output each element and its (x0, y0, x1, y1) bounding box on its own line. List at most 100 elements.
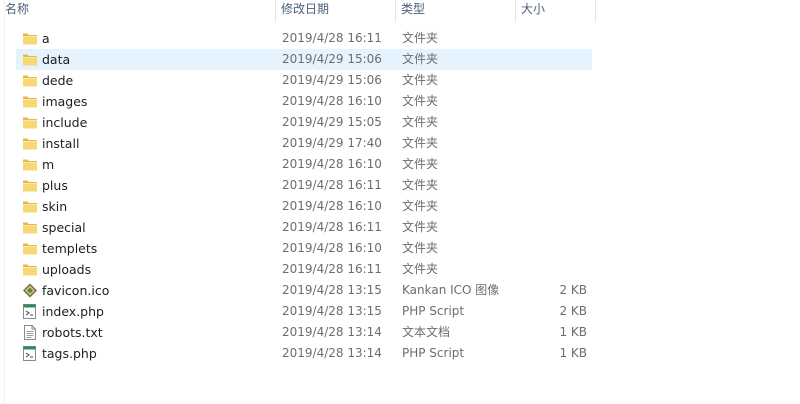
file-modified-date: 2019/4/29 15:05 (282, 115, 382, 129)
file-type: 文件夹 (402, 199, 439, 213)
file-explorer: 名称 修改日期 类型 大小 a 2019/4/28 16:11 文件夹 data 201… (0, 0, 800, 404)
column-header-size[interactable]: 大小 (516, 0, 595, 22)
file-name[interactable]: skin (42, 196, 67, 217)
file-row[interactable]: uploads 2019/4/28 16:11 文件夹 (16, 259, 592, 280)
file-name[interactable]: tags.php (42, 343, 97, 364)
file-name[interactable]: a (42, 28, 50, 49)
file-size (522, 28, 587, 49)
folder-icon (22, 31, 38, 46)
file-type: PHP Script (402, 346, 465, 360)
column-header-name[interactable]: 名称 (0, 0, 276, 22)
folder-icon (22, 220, 38, 235)
file-row[interactable]: special 2019/4/28 16:11 文件夹 (16, 217, 592, 238)
file-size: 1 KB (559, 325, 587, 339)
file-name[interactable]: special (42, 217, 86, 238)
php-file-icon (22, 304, 38, 319)
file-row[interactable]: tags.php 2019/4/28 13:14 PHP Script 1 KB (16, 343, 592, 364)
folder-icon (22, 157, 38, 172)
folder-icon (22, 178, 38, 193)
file-type: 文件夹 (402, 157, 439, 171)
file-name[interactable]: index.php (42, 301, 104, 322)
file-modified-date: 2019/4/28 16:11 (282, 262, 382, 276)
folder-icon (22, 241, 38, 256)
file-name[interactable]: robots.txt (42, 322, 103, 343)
file-name[interactable]: install (42, 133, 79, 154)
file-modified-date: 2019/4/29 17:40 (282, 136, 382, 150)
file-type: 文件夹 (402, 262, 439, 276)
file-row[interactable]: plus 2019/4/28 16:11 文件夹 (16, 175, 592, 196)
file-type: 文件夹 (402, 31, 439, 45)
folder-icon (22, 94, 38, 109)
php-file-icon (22, 346, 38, 361)
file-size (522, 133, 587, 154)
file-type: 文件夹 (402, 220, 439, 234)
file-size (522, 238, 587, 259)
file-type: 文件夹 (402, 178, 439, 192)
file-size (522, 112, 587, 133)
file-row[interactable]: skin 2019/4/28 16:10 文件夹 (16, 196, 592, 217)
file-modified-date: 2019/4/28 13:14 (282, 346, 382, 360)
file-row[interactable]: index.php 2019/4/28 13:15 PHP Script 2 KB (16, 301, 592, 322)
file-row[interactable]: dede 2019/4/29 15:06 文件夹 (16, 70, 592, 91)
file-modified-date: 2019/4/28 13:14 (282, 325, 382, 339)
file-row[interactable]: install 2019/4/29 17:40 文件夹 (16, 133, 592, 154)
file-size (522, 217, 587, 238)
folder-icon (22, 199, 38, 214)
file-row[interactable]: a 2019/4/28 16:11 文件夹 (16, 28, 592, 49)
column-header-bar: 名称 修改日期 类型 大小 (0, 0, 596, 22)
file-row[interactable]: images 2019/4/28 16:10 文件夹 (16, 91, 592, 112)
window-left-edge (0, 0, 5, 404)
column-header-type[interactable]: 类型 (396, 0, 515, 22)
file-name[interactable]: include (42, 112, 87, 133)
file-type: 文件夹 (402, 115, 439, 129)
file-type: Kankan ICO 图像 (402, 283, 500, 297)
file-size (522, 196, 587, 217)
folder-icon (22, 52, 38, 67)
file-row[interactable]: templets 2019/4/28 16:10 文件夹 (16, 238, 592, 259)
file-size: 1 KB (559, 346, 587, 360)
file-size (522, 259, 587, 280)
ico-file-icon (22, 283, 38, 298)
file-name[interactable]: plus (42, 175, 68, 196)
file-name[interactable]: images (42, 91, 87, 112)
file-type: PHP Script (402, 304, 465, 318)
file-modified-date: 2019/4/28 16:11 (282, 220, 382, 234)
file-row[interactable]: m 2019/4/28 16:10 文件夹 (16, 154, 592, 175)
text-file-icon (22, 325, 38, 340)
file-type: 文件夹 (402, 136, 439, 150)
file-modified-date: 2019/4/28 16:10 (282, 157, 382, 171)
file-size (522, 175, 587, 196)
file-type: 文本文档 (402, 325, 451, 339)
file-modified-date: 2019/4/29 15:06 (282, 52, 382, 66)
file-modified-date: 2019/4/29 15:06 (282, 73, 382, 87)
file-name[interactable]: favicon.ico (42, 280, 109, 301)
file-modified-date: 2019/4/28 16:10 (282, 94, 382, 108)
column-header-date[interactable]: 修改日期 (276, 0, 395, 22)
file-modified-date: 2019/4/28 16:10 (282, 241, 382, 255)
file-row[interactable]: favicon.ico 2019/4/28 13:15 Kankan ICO 图像 2… (16, 280, 592, 301)
file-type: 文件夹 (402, 73, 439, 87)
file-size: 2 KB (559, 304, 587, 318)
file-size (522, 70, 587, 91)
file-type: 文件夹 (402, 241, 439, 255)
file-modified-date: 2019/4/28 16:10 (282, 199, 382, 213)
file-name[interactable]: data (42, 49, 70, 70)
file-modified-date: 2019/4/28 16:11 (282, 178, 382, 192)
folder-icon (22, 115, 38, 130)
file-name[interactable]: dede (42, 70, 73, 91)
column-divider[interactable] (595, 0, 596, 22)
file-name[interactable]: m (42, 154, 54, 175)
file-row[interactable]: data 2019/4/29 15:06 文件夹 (16, 49, 592, 70)
file-row[interactable]: robots.txt 2019/4/28 13:14 文本文档 1 KB (16, 322, 592, 343)
folder-icon (22, 73, 38, 88)
folder-icon (22, 136, 38, 151)
file-size: 2 KB (559, 283, 587, 297)
file-name[interactable]: uploads (42, 259, 91, 280)
file-modified-date: 2019/4/28 16:11 (282, 31, 382, 45)
file-name[interactable]: templets (42, 238, 97, 259)
folder-icon (22, 262, 38, 277)
file-row[interactable]: include 2019/4/29 15:05 文件夹 (16, 112, 592, 133)
file-modified-date: 2019/4/28 13:15 (282, 283, 382, 297)
file-type: 文件夹 (402, 52, 439, 66)
file-type: 文件夹 (402, 94, 439, 108)
